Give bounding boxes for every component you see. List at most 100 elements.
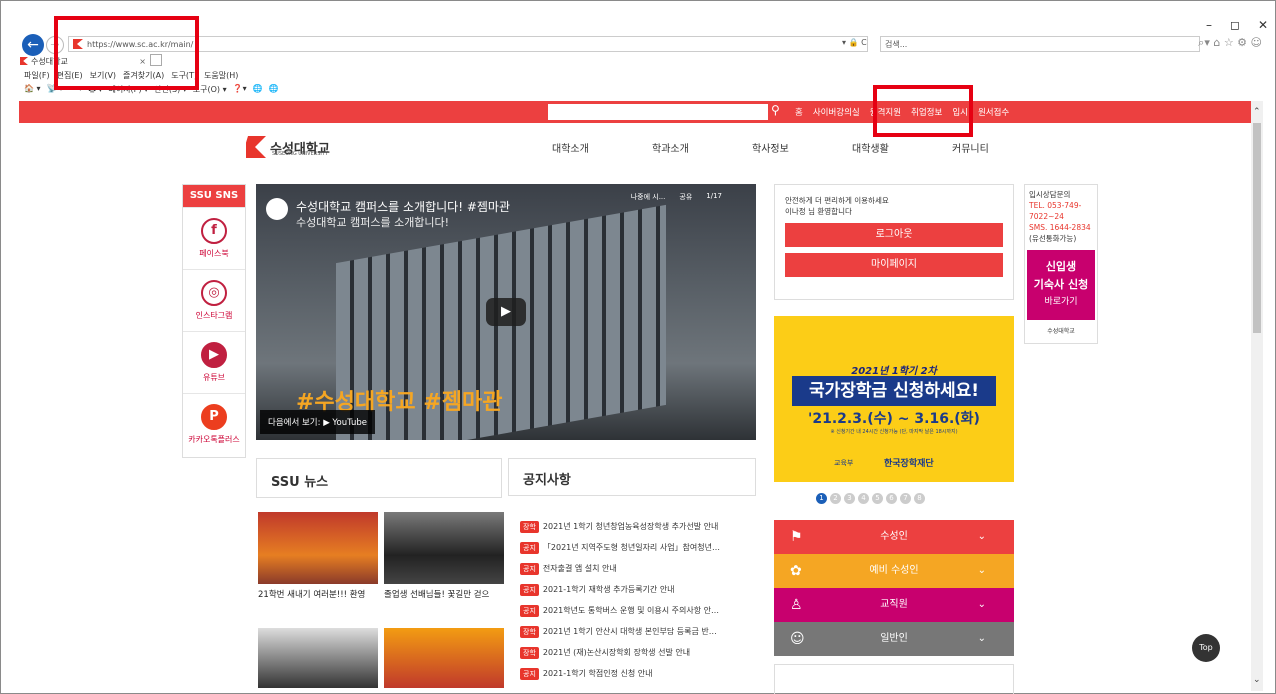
banner-line3: '21.2.3.(수) ~ 3.16.(화)	[808, 411, 980, 427]
research-icon[interactable]: 🌐	[253, 84, 263, 98]
apply-line1: 신입생	[1045, 260, 1077, 273]
sns-label: 유튜브	[202, 373, 226, 382]
notice-item[interactable]: 공지 2021-1학기 재학생 추가등록기간 안내	[520, 579, 770, 600]
notice-text: 2021년 1학기 청년창업농육성장학생 추가선발 안내	[542, 522, 719, 531]
watch-on-youtube[interactable]: 다음에서 보기: ▶ YouTube	[260, 410, 375, 434]
logo-sub: SUSEONG UNIVERSITY	[272, 151, 328, 157]
browser-right-tools[interactable]: ⌕▾ ⌂ ☆ ⚙ ☺	[1198, 36, 1262, 50]
pager-dot[interactable]: 1	[816, 493, 827, 504]
notice-item[interactable]: 장학 2021년 1학기 안산시 대학생 본인부담 등록금 반…	[520, 621, 770, 642]
notice-badge: 장학	[520, 625, 539, 638]
pager-dot[interactable]: 6	[886, 493, 897, 504]
video-player[interactable]: 수성대학교 캠퍼스를 소개합니다! #젬마관 수성대학교 캠퍼스를 소개합니다!…	[256, 184, 756, 440]
back-to-top-button[interactable]: Top	[1192, 634, 1220, 662]
quick-prospective[interactable]: ✿ 예비 수성인 ⌄	[774, 554, 1014, 588]
nav-community[interactable]: 커뮤니티	[952, 140, 1052, 155]
notice-text: 2021년 (재)논산시장학회 장학생 선발 안내	[542, 648, 691, 657]
restore-button[interactable]: ◻	[1230, 18, 1240, 32]
banner-line2: 국가장학금 신청하세요!	[792, 376, 996, 406]
instagram-icon: ◎	[201, 280, 227, 306]
quick-menu: ⚑ 수성인 ⌄ ✿ 예비 수성인 ⌄ ♙ 교직원 ⌄ ☺ 일반인 ⌄	[774, 520, 1014, 656]
apply-line3: 바로가기	[1044, 297, 1078, 307]
pager-dot[interactable]: 3	[844, 493, 855, 504]
playlist-count[interactable]: 1/17	[706, 192, 722, 202]
sns-facebook[interactable]: f 페이스북	[183, 207, 245, 269]
banner-line1: 2021년 1학기 2차	[851, 366, 937, 377]
notice-badge: 공지	[520, 562, 539, 575]
pager-dot[interactable]: 4	[858, 493, 869, 504]
notice-item[interactable]: 공지 전자출결 앱 설치 안내	[520, 558, 770, 579]
notice-item[interactable]: 장학 2021년 (재)논산시장학회 장학생 선발 안내	[520, 642, 770, 663]
main-nav: 대학소개 학과소개 학사정보 대학생활 커뮤니티	[552, 140, 1052, 155]
minimize-button[interactable]: –	[1206, 18, 1212, 32]
notice-item[interactable]: 장학 2021년 1학기 청년창업농육성장학생 추가선발 안내	[520, 516, 770, 537]
notice-badge: 공지	[520, 541, 539, 554]
news-image[interactable]	[258, 628, 378, 688]
pager-dot[interactable]: 8	[914, 493, 925, 504]
news-caption[interactable]: 21학번 새내기 여러분!!! 환영	[258, 588, 365, 600]
quick-student[interactable]: ⚑ 수성인 ⌄	[774, 520, 1014, 554]
sns-youtube[interactable]: ▶ 유튜브	[183, 331, 245, 393]
notice-text: 2021-1학기 재학생 추가등록기간 안내	[542, 585, 675, 594]
notice-list: 장학 2021년 1학기 청년창업농육성장학생 추가선발 안내 공지 「2021년 …	[520, 516, 770, 684]
scroll-down-icon[interactable]: ⌄	[1253, 675, 1261, 685]
banner-foundation: 한국장학재단	[884, 459, 934, 469]
share-button[interactable]: 공유	[679, 192, 692, 202]
close-window-button[interactable]: ✕	[1258, 18, 1268, 32]
pager-dot[interactable]: 5	[872, 493, 883, 504]
scholarship-banner[interactable]: 2021년 1학기 2차 국가장학금 신청하세요! '21.2.3.(수) ~ …	[774, 316, 1014, 482]
notice-item[interactable]: 공지 「2021년 지역주도형 청년일자리 사업」참여청년…	[520, 537, 770, 558]
notice-item[interactable]: 공지 2021-1학기 학점인정 신청 안내	[520, 663, 770, 684]
dorm-apply-banner[interactable]: 신입생 기숙사 신청 바로가기	[1027, 250, 1095, 320]
notice-item[interactable]: 공지 2021학년도 통학버스 운행 및 이용시 주의사항 안…	[520, 600, 770, 621]
nav-academic[interactable]: 학사정보	[752, 140, 852, 155]
menu-file[interactable]: 파일(F)	[24, 70, 50, 81]
scroll-thumb[interactable]	[1253, 123, 1261, 333]
sns-instagram[interactable]: ◎ 인스타그램	[183, 269, 245, 331]
admission-sms: SMS. 1644-2834	[1029, 223, 1091, 232]
browser-search-input[interactable]: 검색...	[880, 36, 1200, 52]
top-link-cyber[interactable]: 사이버강의실	[813, 106, 860, 118]
news-tab[interactable]: SSU 뉴스	[256, 458, 502, 498]
video-title[interactable]: 수성대학교 캠퍼스를 소개합니다! #젬마관	[296, 198, 510, 215]
pager-dot[interactable]: 7	[900, 493, 911, 504]
back-button[interactable]: ←	[22, 34, 44, 56]
play-icon[interactable]: ▶	[486, 298, 526, 326]
site-logo[interactable]: 수성대학교 SUSEONG UNIVERSITY	[246, 136, 330, 158]
scroll-up-icon[interactable]: ⌃	[1253, 107, 1261, 117]
nav-departments[interactable]: 학과소개	[652, 140, 752, 155]
menu-help[interactable]: 도움말(H)	[204, 70, 238, 81]
channel-avatar[interactable]	[266, 198, 288, 220]
video-subtitle: 수성대학교 캠퍼스를 소개합니다!	[296, 216, 450, 229]
admission-note: (유선통화가능)	[1029, 234, 1077, 243]
watch-later-button[interactable]: 나중에 시...	[631, 192, 666, 202]
logout-button[interactable]: 로그아웃	[785, 223, 1003, 247]
notice-tab[interactable]: 공지사항	[508, 458, 756, 496]
vertical-scrollbar[interactable]: ⌃ ⌄	[1251, 101, 1263, 691]
notice-badge: 공지	[520, 583, 539, 596]
news-image[interactable]	[258, 512, 378, 584]
pager-dot[interactable]: 2	[830, 493, 841, 504]
mypage-button[interactable]: 마이페이지	[785, 253, 1003, 277]
sns-panel: SSU SNS f 페이스북 ◎ 인스타그램 ▶ 유튜브 P 카카오톡플러스	[182, 184, 246, 458]
sns-kakao[interactable]: P 카카오톡플러스	[183, 393, 245, 455]
nav-campus-life[interactable]: 대학생활	[852, 140, 952, 155]
notice-badge: 장학	[520, 646, 539, 659]
search-icon[interactable]: ⚲	[771, 103, 780, 117]
address-tools[interactable]: ▾ 🔒 C	[842, 38, 867, 47]
top-link-home[interactable]: 홈	[795, 106, 803, 118]
chevron-down-icon: ⌄	[977, 565, 986, 576]
home-icon[interactable]: 🏠 ▾	[24, 84, 41, 98]
news-image[interactable]	[384, 512, 504, 584]
news-image[interactable]	[384, 628, 504, 688]
help-icon[interactable]: ❓▾	[233, 84, 247, 98]
top-link-application[interactable]: 원서접수	[978, 106, 1009, 118]
quick-staff[interactable]: ♙ 교직원 ⌄	[774, 588, 1014, 622]
quick-public[interactable]: ☺ 일반인 ⌄	[774, 622, 1014, 656]
site-search-input[interactable]	[548, 104, 768, 120]
nav-about[interactable]: 대학소개	[552, 140, 652, 155]
notice-text: 「2021년 지역주도형 청년일자리 사업」참여청년…	[542, 543, 720, 552]
news-caption[interactable]: 졸업생 선배님들! 꽃길만 걷으	[384, 588, 489, 600]
translate-icon[interactable]: 🌐	[269, 84, 279, 98]
facebook-icon: f	[201, 218, 227, 244]
